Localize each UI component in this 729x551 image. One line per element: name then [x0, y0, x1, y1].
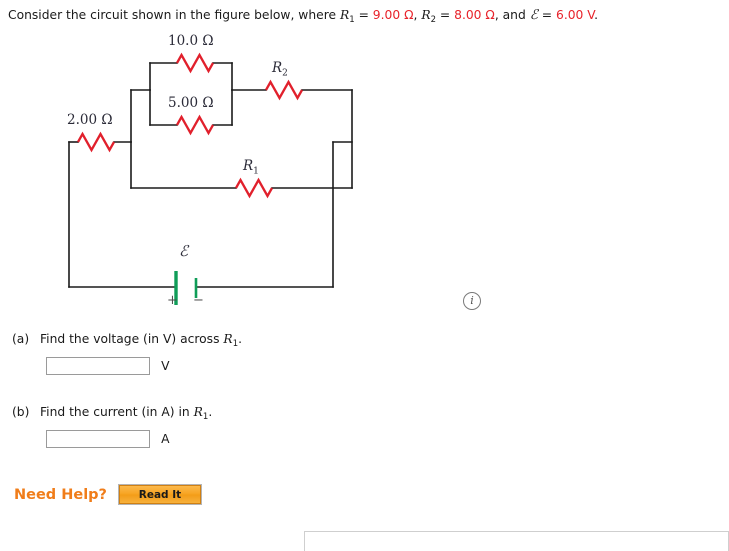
answer-unit-amps: A: [161, 431, 170, 446]
label-r1-symbol: R: [243, 158, 254, 174]
prompt-separator-2: , and: [494, 8, 530, 22]
question-b-label: (b): [12, 405, 30, 419]
prompt-r1-value: 9.00 Ω: [372, 8, 414, 22]
prompt-r2-symbol: R: [421, 8, 431, 22]
battery-minus-sign: −: [193, 293, 204, 308]
prompt-r1-symbol: R: [339, 8, 350, 22]
question-b-prompt: Find the current (in A) in: [40, 405, 194, 419]
label-r1: R1: [243, 158, 259, 177]
question-a-symbol: R: [223, 332, 233, 346]
prompt-equals-1: =: [354, 8, 373, 22]
label-r2-subscript: 2: [282, 68, 288, 79]
question-a-answer-row: V: [46, 355, 170, 375]
question-b-symbol: R: [193, 405, 203, 419]
problem-page: Consider the circuit shown in the figure…: [0, 0, 729, 551]
prompt-emf-symbol: ℰ: [529, 7, 538, 23]
prompt-emf-value: 6.00 V: [556, 8, 595, 22]
label-emf-symbol: ℰ: [179, 242, 189, 260]
need-help-section: Need Help? Read It: [14, 484, 202, 505]
prompt-r2-value: 8.00 Ω: [454, 8, 495, 22]
answer-input-voltage[interactable]: [46, 356, 150, 375]
question-a-text: (a) Find the voltage (in V) across R1.: [12, 331, 242, 352]
read-it-button[interactable]: Read It: [117, 484, 202, 505]
prompt-lead-text: Consider the circuit shown in the figure…: [8, 8, 340, 22]
answer-unit-volts: V: [161, 358, 170, 373]
label-5-ohm: 5.00 Ω: [168, 95, 214, 111]
label-r2: R2: [272, 60, 288, 79]
label-2-ohm: 2.00 Ω: [67, 112, 113, 128]
prompt-equals-3: =: [537, 8, 556, 22]
info-icon[interactable]: i: [463, 292, 481, 310]
circuit-schematic: [68, 52, 353, 305]
label-10-ohm: 10.0 Ω: [168, 33, 214, 49]
need-help-label: Need Help?: [14, 486, 107, 503]
question-a-period: .: [238, 332, 243, 346]
resistor-r2-zigzag: [264, 79, 304, 101]
question-b-text: (b) Find the current (in A) in R1.: [12, 404, 212, 425]
label-emf: ℰ: [179, 242, 188, 260]
answer-input-current[interactable]: [46, 429, 150, 448]
bottom-partial-panel: [304, 531, 729, 551]
problem-statement: Consider the circuit shown in the figure…: [8, 7, 598, 28]
label-r1-subscript: 1: [253, 166, 259, 177]
resistor-r1-zigzag: [234, 177, 274, 199]
battery-plus-sign: +: [167, 293, 178, 308]
label-r2-symbol: R: [272, 60, 283, 76]
circuit-figure: 10.0 Ω 5.00 Ω 2.00 Ω R2 R1 ℰ + −: [0, 28, 470, 318]
prompt-equals-2: =: [436, 8, 455, 22]
question-b-answer-row: A: [46, 428, 170, 448]
question-a-prompt: Find the voltage (in V) across: [40, 332, 224, 346]
resistor-2ohm-zigzag: [76, 131, 116, 153]
info-icon-glyph: i: [470, 294, 474, 307]
question-a-label: (a): [12, 332, 30, 346]
question-b-period: .: [208, 405, 213, 419]
resistor-10ohm-zigzag: [175, 52, 215, 74]
resistor-5ohm-zigzag: [175, 114, 215, 136]
prompt-period: .: [594, 8, 599, 22]
